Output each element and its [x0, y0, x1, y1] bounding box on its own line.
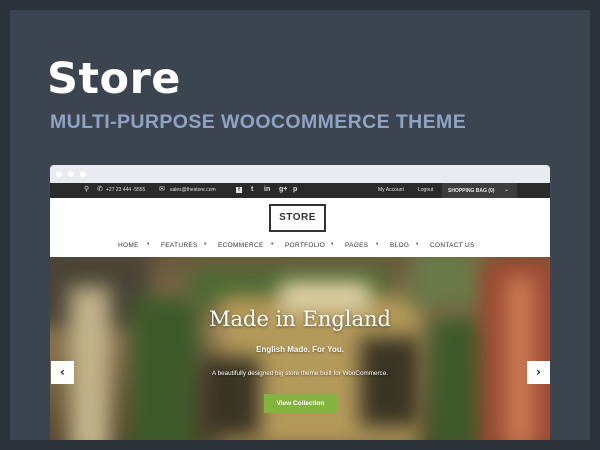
- chevron-down-icon: ⌄: [504, 187, 510, 193]
- linkedin-icon[interactable]: in: [264, 186, 270, 194]
- nav-separator: •: [147, 241, 150, 248]
- shopping-bag-button[interactable]: SHOPPING BAG (0) ⌄: [442, 183, 517, 198]
- nav-separator: •: [376, 241, 379, 248]
- top-bar: ⚲ ✆ +27 23 444 -5555 ✉ sales@thestore.co…: [50, 183, 550, 198]
- window-dot-icon: [80, 171, 86, 177]
- phone-icon: ✆: [97, 186, 103, 193]
- prev-slide-button[interactable]: ‹: [51, 361, 74, 384]
- site-logo[interactable]: STORE: [269, 204, 326, 232]
- promo-subtitle: MULTI-PURPOSE WOOCOMMERCE THEME: [50, 111, 467, 133]
- email-address[interactable]: sales@thestore.com: [170, 187, 216, 193]
- hero-background-shape: [505, 277, 535, 440]
- nav-separator: •: [331, 241, 334, 248]
- nav-item-home[interactable]: HOME: [118, 242, 139, 249]
- nav-separator: •: [416, 241, 419, 248]
- my-account-link[interactable]: My Account: [378, 187, 404, 193]
- twitter-icon[interactable]: t: [251, 186, 253, 194]
- chevron-right-icon: ›: [536, 365, 541, 379]
- view-collection-button[interactable]: View Collection: [264, 394, 337, 413]
- next-slide-button[interactable]: ›: [527, 361, 550, 384]
- nav-item-contact-us[interactable]: CONTACT US: [430, 242, 475, 249]
- pinterest-icon[interactable]: p: [293, 186, 297, 194]
- nav-item-blog[interactable]: BLOG: [390, 242, 409, 249]
- site-header: STORE: [50, 198, 550, 240]
- phone-number: +27 23 444 -5555: [106, 187, 146, 193]
- google-plus-icon[interactable]: g+: [279, 186, 287, 194]
- nav-item-features[interactable]: FEATURES: [161, 242, 198, 249]
- browser-chrome: [50, 165, 550, 183]
- hero-title: Made in England: [209, 307, 391, 331]
- email-icon: ✉: [159, 186, 165, 193]
- hero-tagline: English Made. For You.: [256, 345, 344, 354]
- window-dot-icon: [56, 171, 62, 177]
- shopping-bag-label: SHOPPING BAG (0): [448, 188, 495, 194]
- search-icon[interactable]: ⚲: [84, 186, 89, 194]
- logout-link[interactable]: Logout: [418, 187, 433, 193]
- window-dot-icon: [68, 171, 74, 177]
- nav-separator: •: [204, 241, 207, 248]
- chevron-left-icon: ‹: [60, 365, 65, 379]
- facebook-icon[interactable]: f: [236, 187, 242, 193]
- nav-item-portfolio[interactable]: PORTFOLIO: [285, 242, 325, 249]
- main-nav: HOME • FEATURES • ECOMMERCE • PORTFOLIO …: [50, 240, 550, 257]
- nav-item-pages[interactable]: PAGES: [345, 242, 368, 249]
- hero-description: A beautifully designed big store theme b…: [212, 370, 388, 377]
- hero-background-shape: [410, 257, 490, 307]
- nav-item-ecommerce[interactable]: ECOMMERCE: [218, 242, 264, 249]
- hero-slider: Made in England English Made. For You. A…: [50, 257, 550, 440]
- nav-separator: •: [271, 241, 274, 248]
- hero-background-shape: [200, 357, 260, 437]
- promo-panel: Store MULTI-PURPOSE WOOCOMMERCE THEME ⚲ …: [10, 10, 590, 440]
- promo-title: Store: [47, 54, 181, 104]
- browser-window: ⚲ ✆ +27 23 444 -5555 ✉ sales@thestore.co…: [50, 165, 550, 440]
